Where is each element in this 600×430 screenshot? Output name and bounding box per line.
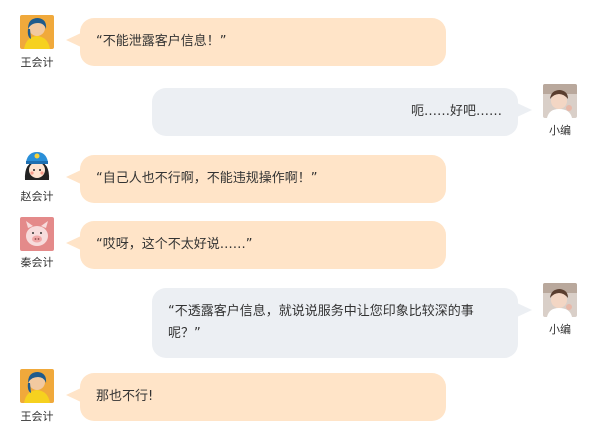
sender-name: 王会计 xyxy=(20,410,54,423)
sender-name: 秦会计 xyxy=(20,256,54,269)
message-bubble-received: “不能泄露客户信息！” xyxy=(66,18,446,66)
message-bubble-sent: 呃……好吧…… xyxy=(152,88,532,136)
message-text: “自己人也不行啊，不能违规操作啊！” xyxy=(96,171,318,186)
message-text: “哎呀，这个不太好说……” xyxy=(96,237,253,252)
message-bubble-received: 那也不行! xyxy=(66,373,446,421)
message-text: 那也不行! xyxy=(96,389,154,404)
message-text: 呃……好吧…… xyxy=(410,104,502,119)
blue-cap-girl-avatar-icon[interactable] xyxy=(20,150,54,184)
sender-name: 小编 xyxy=(549,124,571,137)
sender-name: 小编 xyxy=(549,323,571,336)
baby-photo-avatar-icon[interactable] xyxy=(543,84,577,118)
blue-hair-yellow-shirt-avatar-icon[interactable] xyxy=(20,15,54,49)
chat-thread: 王会计 “不能泄露客户信息！” 呃……好吧…… 小编 赵会计 “自己人也不行啊，… xyxy=(0,0,600,430)
sender-name: 王会计 xyxy=(20,56,54,69)
message-bubble-received: “哎呀，这个不太好说……” xyxy=(66,221,446,269)
message-bubble-received: “自己人也不行啊，不能违规操作啊！” xyxy=(66,155,446,203)
message-text: “不透露客户信息，就说说服务中让您印象比较深的事呢？” xyxy=(168,304,474,341)
message-text: “不能泄露客户信息！” xyxy=(96,34,227,49)
message-bubble-sent: “不透露客户信息，就说说服务中让您印象比较深的事呢？” xyxy=(152,288,532,358)
blue-hair-yellow-shirt-avatar-icon[interactable] xyxy=(20,369,54,403)
pig-avatar-icon[interactable] xyxy=(20,217,54,251)
sender-name: 赵会计 xyxy=(20,190,54,203)
baby-photo-avatar-icon[interactable] xyxy=(543,283,577,317)
